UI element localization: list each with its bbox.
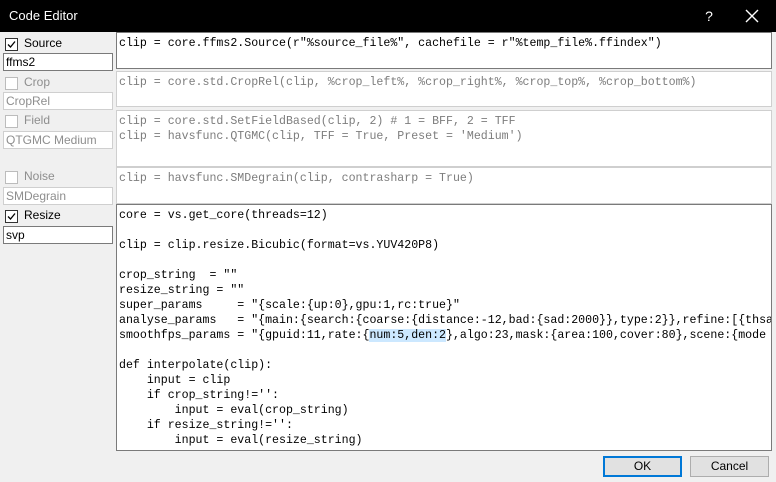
code-line: input = eval(crop_string) xyxy=(119,404,349,417)
noise-code-editor[interactable]: clip = havsfunc.SMDegrain(clip, contrash… xyxy=(116,167,772,204)
code-line: clip = havsfunc.QTGMC(clip, TFF = True, … xyxy=(119,130,523,143)
crop-filter-field[interactable]: CropRel xyxy=(3,92,113,110)
noise-filter-field[interactable]: SMDegrain xyxy=(3,187,113,205)
code-line: analyse_params = "{main:{search:{coarse:… xyxy=(119,314,772,327)
close-button[interactable] xyxy=(740,0,764,32)
field-code-editor[interactable]: clip = core.std.SetFieldBased(clip, 2) #… xyxy=(116,110,772,167)
checkbox-box xyxy=(5,77,18,90)
checkbox-box xyxy=(5,171,18,184)
title-bar: Code Editor ? xyxy=(0,0,776,32)
code-line: super_params = "{scale:{up:0},gpu:1,rc:t… xyxy=(119,299,460,312)
field-label: Field xyxy=(24,113,51,127)
checkmark-icon xyxy=(7,41,16,48)
code-line: clip = havsfunc.SMDegrain(clip, contrash… xyxy=(119,172,474,185)
code-line: def interpolate(clip): xyxy=(119,359,273,372)
section-panel: Source ffms2 Crop CropRel Field QTGMC Me… xyxy=(0,32,116,452)
code-line: smoothfps_params = "{gpuid:11,rate:{num:… xyxy=(119,329,767,342)
crop-label: Crop xyxy=(24,75,51,89)
code-line: clip = core.std.SetFieldBased(clip, 2) #… xyxy=(119,115,516,128)
help-button[interactable]: ? xyxy=(698,0,720,32)
resize-label: Resize xyxy=(24,208,61,222)
close-icon xyxy=(745,9,759,23)
code-line: core = vs.get_core(threads=12) xyxy=(119,209,328,222)
resize-code-editor[interactable]: core = vs.get_core(threads=12)clip = cli… xyxy=(116,204,772,451)
noise-label: Noise xyxy=(24,169,55,183)
code-line: if resize_string!='': xyxy=(119,419,293,432)
code-line: input = clip xyxy=(119,374,231,387)
source-code-editor[interactable]: clip = core.ffms2.Source(r"%source_file%… xyxy=(116,32,772,69)
source-label: Source xyxy=(24,36,63,50)
code-line: clip = core.ffms2.Source(r"%source_file%… xyxy=(119,37,662,50)
field-checkbox[interactable]: Field xyxy=(5,112,115,130)
code-line: crop_string = "" xyxy=(119,269,238,282)
field-filter-field[interactable]: QTGMC Medium xyxy=(3,131,113,149)
checkbox-box xyxy=(5,115,18,128)
source-filter-field[interactable]: ffms2 xyxy=(3,53,113,71)
ok-button[interactable]: OK xyxy=(603,456,682,477)
selected-text: num:5,den:2 xyxy=(369,329,446,342)
checkmark-icon xyxy=(7,213,16,220)
checkbox-box xyxy=(5,38,18,51)
code-line: resize_string = "" xyxy=(119,284,245,297)
code-line: input = eval(resize_string) xyxy=(119,434,363,447)
noise-checkbox[interactable]: Noise xyxy=(5,168,115,186)
checkbox-box xyxy=(5,210,18,223)
source-checkbox[interactable]: Source xyxy=(5,35,115,53)
code-line: if crop_string!='': xyxy=(119,389,280,402)
crop-checkbox[interactable]: Crop xyxy=(5,74,115,92)
cancel-button[interactable]: Cancel xyxy=(690,456,769,477)
window-title: Code Editor xyxy=(9,8,78,23)
resize-checkbox[interactable]: Resize xyxy=(5,207,115,225)
code-line: clip = clip.resize.Bicubic(format=vs.YUV… xyxy=(119,239,440,252)
resize-filter-field[interactable]: svp xyxy=(3,226,113,244)
code-line: clip = core.std.CropRel(clip, %crop_left… xyxy=(119,76,697,89)
crop-code-editor[interactable]: clip = core.std.CropRel(clip, %crop_left… xyxy=(116,71,772,107)
